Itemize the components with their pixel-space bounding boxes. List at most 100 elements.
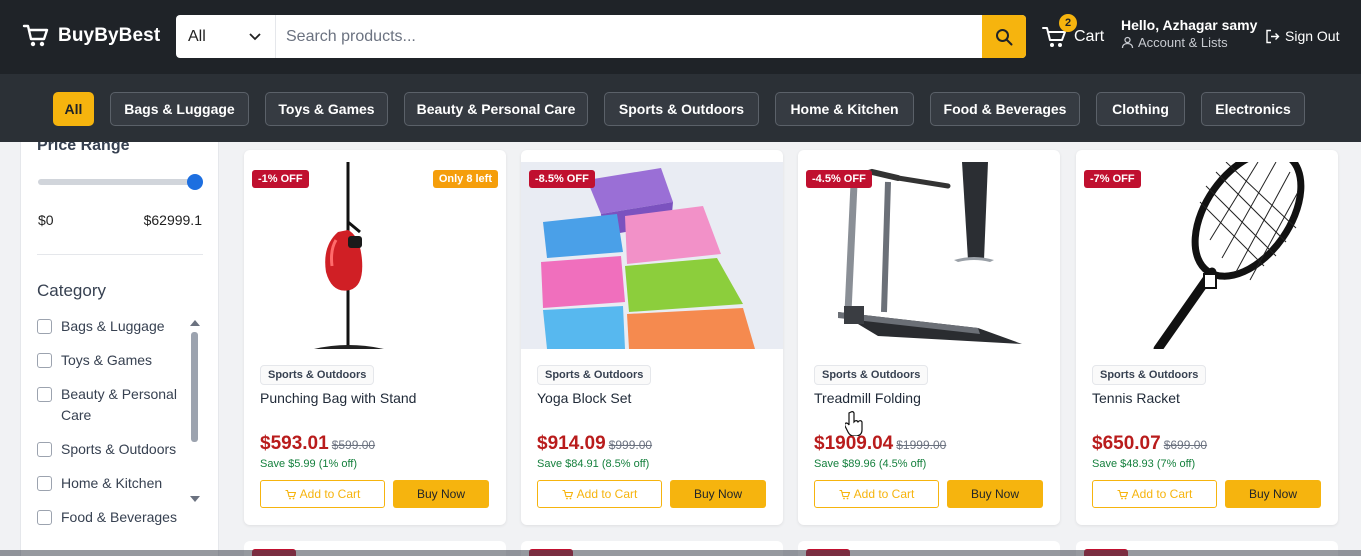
- checkbox[interactable]: [37, 510, 52, 525]
- buy-now-button[interactable]: Buy Now: [670, 480, 766, 508]
- add-to-cart-button[interactable]: Add to Cart: [260, 480, 385, 508]
- category-filter-sports-outdoors[interactable]: Sports & Outdoors: [37, 439, 185, 460]
- product-image[interactable]: [1076, 162, 1338, 349]
- checkbox[interactable]: [37, 319, 52, 334]
- product-card[interactable]: -1% OFF Only 8 left Sports & Outdoors Pu…: [244, 150, 506, 525]
- product-category-tag: Sports & Outdoors: [537, 365, 652, 385]
- category-scrollbar[interactable]: [190, 320, 200, 510]
- sign-out-icon: [1266, 29, 1280, 43]
- buy-now-button[interactable]: Buy Now: [1225, 480, 1321, 508]
- product-image[interactable]: [521, 162, 783, 349]
- savings-text: Save $5.99 (1% off): [260, 458, 358, 470]
- checkbox[interactable]: [37, 442, 52, 457]
- price-range-thumb[interactable]: [187, 174, 203, 190]
- category-chip-food-beverages[interactable]: Food & Beverages: [930, 92, 1080, 126]
- product-category-tag: Sports & Outdoors: [814, 365, 929, 385]
- category-chip-clothing[interactable]: Clothing: [1096, 92, 1185, 126]
- cart-icon: [839, 489, 850, 499]
- product-card[interactable]: -8.5% OFF Sports & Outdoors Yoga Block S…: [521, 150, 783, 525]
- category-filter-toys-games[interactable]: Toys & Games: [37, 350, 185, 371]
- price-row: $650.07 $699.00: [1092, 433, 1207, 455]
- search-icon: [996, 28, 1013, 45]
- category-filter-title: Category: [37, 281, 106, 300]
- product-category-tag: Sports & Outdoors: [260, 365, 375, 385]
- brand-logo[interactable]: BuyByBest: [22, 22, 160, 50]
- savings-text: Save $84.91 (8.5% off): [537, 458, 650, 470]
- category-filter-list: Bags & Luggage Toys & Games Beauty & Per…: [37, 316, 185, 541]
- checkbox[interactable]: [37, 387, 52, 402]
- original-price: $1999.00: [896, 438, 947, 452]
- category-filter-label: Food & Beverages: [61, 509, 177, 525]
- checkbox[interactable]: [37, 353, 52, 368]
- discount-badge: -8.5% OFF: [529, 170, 595, 188]
- category-chip-electronics[interactable]: Electronics: [1201, 92, 1305, 126]
- search-bar: All: [176, 15, 1026, 58]
- account-lists: Account & Lists: [1121, 35, 1257, 50]
- discount-badge: -1% OFF: [252, 170, 309, 188]
- cart-logo-icon: [22, 24, 49, 47]
- add-to-cart-label: Add to Cart: [1131, 487, 1193, 501]
- product-name[interactable]: Treadmill Folding: [814, 390, 921, 406]
- product-image[interactable]: [244, 162, 506, 349]
- account-lists-label: Account & Lists: [1138, 35, 1228, 50]
- scroll-up-icon[interactable]: [190, 320, 200, 326]
- product-image[interactable]: [798, 162, 1060, 349]
- category-chip-sports-outdoors[interactable]: Sports & Outdoors: [604, 92, 759, 126]
- current-price: $1909.04: [814, 433, 894, 454]
- product-name[interactable]: Yoga Block Set: [537, 390, 631, 406]
- cart-icon: [562, 489, 573, 499]
- stock-badge: Only 8 left: [432, 170, 498, 188]
- savings-text: Save $48.93 (7% off): [1092, 458, 1196, 470]
- original-price: $699.00: [1163, 438, 1208, 452]
- yoga-blocks-image: [521, 162, 783, 349]
- sign-out-button[interactable]: Sign Out: [1265, 28, 1339, 44]
- cart-label: Cart: [1074, 28, 1105, 45]
- search-button[interactable]: [982, 15, 1026, 58]
- category-chip-beauty-personal-care[interactable]: Beauty & Personal Care: [404, 92, 588, 126]
- sign-out-label: Sign Out: [1285, 28, 1340, 44]
- price-row: $914.09 $999.00: [537, 433, 652, 455]
- discount-badge: -7% OFF: [1084, 170, 1141, 188]
- category-filter-label: Home & Kitchen: [61, 475, 163, 491]
- current-price: $593.01: [260, 433, 329, 454]
- add-to-cart-button[interactable]: Add to Cart: [814, 480, 939, 508]
- category-bar: All Bags & Luggage Toys & Games Beauty &…: [0, 74, 1361, 142]
- savings-text: Save $89.96 (4.5% off): [814, 458, 927, 470]
- search-input[interactable]: [276, 15, 982, 58]
- account-menu[interactable]: Hello, Azhagar samy Account & Lists: [1121, 17, 1257, 50]
- category-filter-home-kitchen[interactable]: Home & Kitchen: [37, 473, 185, 494]
- sidebar-divider: [37, 254, 203, 255]
- category-chip-toys-games[interactable]: Toys & Games: [265, 92, 388, 126]
- category-filter-beauty-personal-care[interactable]: Beauty & Personal Care: [37, 384, 185, 426]
- buy-now-button[interactable]: Buy Now: [393, 480, 489, 508]
- product-card[interactable]: -7% OFF Sports & Outdoors Tennis Racket …: [1076, 150, 1338, 525]
- original-price: $999.00: [608, 438, 653, 452]
- discount-badge: -4.5% OFF: [806, 170, 872, 188]
- scroll-down-icon[interactable]: [190, 496, 200, 502]
- add-to-cart-button[interactable]: Add to Cart: [1092, 480, 1217, 508]
- product-name[interactable]: Punching Bag with Stand: [260, 390, 416, 406]
- add-to-cart-button[interactable]: Add to Cart: [537, 480, 662, 508]
- category-chip-home-kitchen[interactable]: Home & Kitchen: [775, 92, 914, 126]
- hand-cursor-icon: [845, 411, 863, 436]
- product-card[interactable]: -4.5% OFF Sports & Outdoors Treadmill Fo…: [798, 150, 1060, 525]
- category-chip-bags-luggage[interactable]: Bags & Luggage: [110, 92, 249, 126]
- product-category-tag: Sports & Outdoors: [1092, 365, 1207, 385]
- category-filter-food-beverages[interactable]: Food & Beverages: [37, 507, 185, 528]
- product-name[interactable]: Tennis Racket: [1092, 390, 1180, 406]
- top-header: BuyByBest All 2 Cart Hello, Azhagar samy…: [0, 0, 1361, 74]
- user-icon: [1121, 36, 1134, 49]
- category-chip-all[interactable]: All: [53, 92, 94, 126]
- buy-now-button[interactable]: Buy Now: [947, 480, 1043, 508]
- account-greeting: Hello, Azhagar samy: [1121, 17, 1258, 33]
- scrollbar-thumb[interactable]: [191, 332, 198, 442]
- add-to-cart-label: Add to Cart: [576, 487, 638, 501]
- price-row: $1909.04 $1999.00: [814, 433, 946, 455]
- cart-button[interactable]: 2 Cart: [1042, 14, 1104, 50]
- checkbox[interactable]: [37, 476, 52, 491]
- search-category-select[interactable]: All: [176, 15, 276, 58]
- current-price: $914.09: [537, 433, 606, 454]
- original-price: $599.00: [331, 438, 376, 452]
- category-filter-bags-luggage[interactable]: Bags & Luggage: [37, 316, 185, 337]
- price-range-track[interactable]: [38, 179, 194, 185]
